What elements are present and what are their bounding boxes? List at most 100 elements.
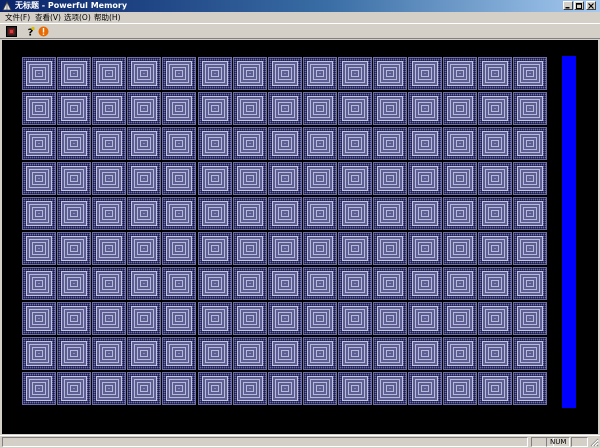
card-tile[interactable] [233,267,267,300]
card-tile[interactable] [408,372,442,405]
menu-view[interactable]: 查看(V) [35,12,61,23]
card-tile[interactable] [338,337,372,370]
info-button[interactable] [37,25,49,37]
card-tile[interactable] [373,162,407,195]
card-tile[interactable] [338,232,372,265]
card-tile[interactable] [57,57,91,90]
card-tile[interactable] [92,302,126,335]
card-tile[interactable] [198,302,232,335]
card-tile[interactable] [92,337,126,370]
card-tile[interactable] [408,162,442,195]
card-tile[interactable] [22,232,56,265]
card-tile[interactable] [127,197,161,230]
card-tile[interactable] [22,267,56,300]
card-tile[interactable] [268,337,302,370]
card-tile[interactable] [57,232,91,265]
card-tile[interactable] [408,267,442,300]
card-tile[interactable] [478,232,512,265]
card-tile[interactable] [22,92,56,125]
card-tile[interactable] [303,127,337,160]
card-tile[interactable] [162,232,196,265]
card-tile[interactable] [233,197,267,230]
card-tile[interactable] [408,337,442,370]
new-game-button[interactable] [5,25,17,37]
card-tile[interactable] [57,267,91,300]
card-tile[interactable] [338,162,372,195]
card-tile[interactable] [513,232,547,265]
card-tile[interactable] [443,57,477,90]
card-tile[interactable] [443,302,477,335]
card-tile[interactable] [443,127,477,160]
card-tile[interactable] [198,92,232,125]
card-tile[interactable] [443,92,477,125]
card-tile[interactable] [127,232,161,265]
card-tile[interactable] [162,372,196,405]
card-tile[interactable] [22,57,56,90]
card-tile[interactable] [92,197,126,230]
card-tile[interactable] [127,92,161,125]
card-tile[interactable] [478,372,512,405]
minimize-button[interactable] [563,1,573,10]
card-tile[interactable] [513,57,547,90]
card-tile[interactable] [373,232,407,265]
card-tile[interactable] [338,302,372,335]
card-tile[interactable] [92,267,126,300]
card-tile[interactable] [338,372,372,405]
card-tile[interactable] [233,127,267,160]
card-tile[interactable] [478,302,512,335]
card-tile[interactable] [162,92,196,125]
card-tile[interactable] [233,372,267,405]
card-tile[interactable] [198,197,232,230]
card-tile[interactable] [198,127,232,160]
card-tile[interactable] [268,92,302,125]
card-tile[interactable] [233,92,267,125]
card-tile[interactable] [233,162,267,195]
menu-file[interactable]: 文件(F) [5,12,30,23]
card-tile[interactable] [162,162,196,195]
card-tile[interactable] [127,127,161,160]
card-tile[interactable] [22,337,56,370]
resize-grip-icon[interactable] [590,438,599,447]
card-tile[interactable] [443,267,477,300]
card-tile[interactable] [162,57,196,90]
card-tile[interactable] [513,372,547,405]
card-tile[interactable] [373,92,407,125]
card-tile[interactable] [127,372,161,405]
card-tile[interactable] [268,302,302,335]
card-tile[interactable] [92,127,126,160]
card-tile[interactable] [233,302,267,335]
card-tile[interactable] [127,337,161,370]
card-tile[interactable] [268,372,302,405]
title-bar[interactable]: 无标题 - Powerful Memory [0,0,600,12]
card-tile[interactable] [268,162,302,195]
card-tile[interactable] [303,232,337,265]
card-tile[interactable] [162,337,196,370]
card-tile[interactable] [373,197,407,230]
card-tile[interactable] [513,267,547,300]
card-tile[interactable] [303,92,337,125]
card-tile[interactable] [198,337,232,370]
card-tile[interactable] [443,197,477,230]
card-tile[interactable] [162,127,196,160]
card-tile[interactable] [22,162,56,195]
card-tile[interactable] [443,162,477,195]
card-tile[interactable] [478,337,512,370]
card-tile[interactable] [57,127,91,160]
card-tile[interactable] [198,232,232,265]
card-tile[interactable] [92,372,126,405]
card-tile[interactable] [92,92,126,125]
card-tile[interactable] [338,267,372,300]
card-tile[interactable] [443,232,477,265]
close-button[interactable] [586,1,596,10]
card-tile[interactable] [373,57,407,90]
card-tile[interactable] [162,267,196,300]
card-tile[interactable] [338,197,372,230]
menu-help[interactable]: 帮助(H) [94,12,121,23]
maximize-button[interactable] [574,1,584,10]
card-tile[interactable] [478,267,512,300]
card-tile[interactable] [22,197,56,230]
card-tile[interactable] [57,162,91,195]
card-tile[interactable] [57,92,91,125]
card-tile[interactable] [373,127,407,160]
card-tile[interactable] [408,127,442,160]
